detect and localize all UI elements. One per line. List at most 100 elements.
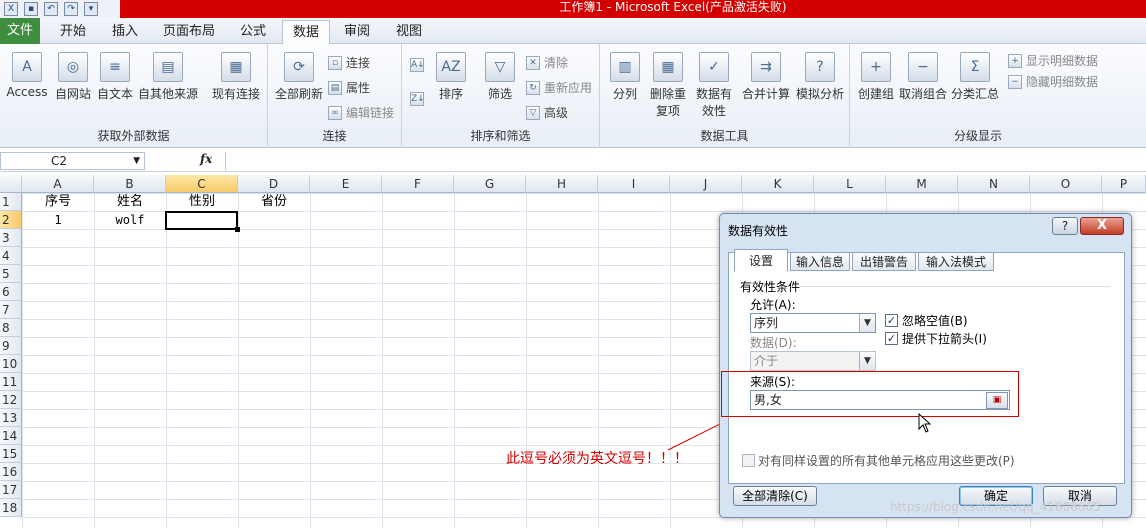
column-header[interactable]: D [238, 175, 310, 193]
data-select[interactable]: 介于 ▼ [750, 351, 876, 371]
from-text-button[interactable]: ≡ 自文本 [94, 52, 136, 102]
tab-page-layout[interactable]: 页面布局 [156, 20, 222, 44]
row-header[interactable]: 18 [0, 499, 22, 517]
from-other-sources-button[interactable]: ▤ 自其他来源 [136, 52, 200, 102]
column-header[interactable]: C [166, 175, 238, 193]
row-header[interactable]: 14 [0, 427, 22, 445]
tab-input-message[interactable]: 输入信息 [790, 252, 850, 271]
clear-filter-button[interactable]: ✕ 清除 [526, 54, 568, 71]
row-header[interactable]: 13 [0, 409, 22, 427]
clear-all-button[interactable]: 全部清除(C) [733, 486, 817, 506]
what-if-analysis-button[interactable]: ? 模拟分析 [794, 52, 846, 102]
chevron-down-icon[interactable]: ▼ [859, 314, 875, 332]
chevron-down-icon[interactable]: ▼ [859, 352, 875, 370]
apply-all-checkbox[interactable] [742, 454, 755, 467]
cell-b1[interactable]: 姓名 [94, 193, 166, 211]
row-header[interactable]: 8 [0, 319, 22, 337]
column-header[interactable]: O [1030, 175, 1102, 193]
active-cell-c2[interactable] [165, 211, 240, 232]
row-header[interactable]: 16 [0, 463, 22, 481]
tab-home[interactable]: 开始 [50, 20, 96, 44]
refresh-all-button[interactable]: ⟳ 全部刷新 [272, 52, 326, 102]
column-header[interactable]: A [22, 175, 94, 193]
allow-select[interactable]: 序列 ▼ [750, 313, 876, 333]
sort-button[interactable]: AZ 排序 [434, 52, 468, 102]
row-header[interactable]: 2 [0, 211, 22, 229]
filter-button[interactable]: ▽ 筛选 [482, 52, 518, 102]
tab-settings[interactable]: 设置 [734, 249, 788, 272]
column-header[interactable]: K [742, 175, 814, 193]
column-header[interactable]: B [94, 175, 166, 193]
subtotal-button[interactable]: Σ 分类汇总 [950, 52, 1000, 102]
source-input[interactable]: 男,女 [750, 390, 1010, 410]
from-access-button[interactable]: A Access [4, 52, 50, 99]
tab-error-alert[interactable]: 出错警告 [852, 252, 916, 271]
cell-d1[interactable]: 省份 [238, 193, 310, 211]
tab-review[interactable]: 审阅 [336, 20, 378, 44]
excel-logo-icon[interactable]: X [4, 2, 18, 16]
show-detail-button[interactable]: + 显示明细数据 [1008, 52, 1098, 69]
ungroup-button[interactable]: − 取消组合 [898, 52, 948, 102]
formula-input[interactable] [225, 152, 1146, 170]
insert-function-icon[interactable]: fx [200, 152, 212, 166]
column-header[interactable]: I [598, 175, 670, 193]
row-header[interactable]: 12 [0, 391, 22, 409]
redo-icon[interactable]: ↷ [64, 2, 78, 16]
collapse-dialog-icon[interactable]: ▣ [986, 392, 1008, 409]
help-icon[interactable]: ? [1052, 217, 1078, 235]
tab-insert[interactable]: 插入 [104, 20, 146, 44]
cell-c1[interactable]: 性别 [166, 193, 238, 211]
row-header[interactable]: 10 [0, 355, 22, 373]
undo-icon[interactable]: ↶ [44, 2, 58, 16]
tab-ime-mode[interactable]: 输入法模式 [918, 252, 994, 271]
group-button[interactable]: + 创建组 [854, 52, 898, 102]
column-header[interactable]: M [886, 175, 958, 193]
column-header[interactable]: G [454, 175, 526, 193]
row-header[interactable]: 11 [0, 373, 22, 391]
row-header[interactable]: 1 [0, 193, 22, 211]
row-header[interactable]: 5 [0, 265, 22, 283]
cell-a2[interactable]: 1 [22, 211, 94, 229]
cell-b2[interactable]: wolf [94, 211, 166, 229]
row-header[interactable]: 15 [0, 445, 22, 463]
from-web-button[interactable]: ◎ 自网站 [52, 52, 94, 102]
row-header[interactable]: 6 [0, 283, 22, 301]
row-header[interactable]: 3 [0, 229, 22, 247]
chevron-down-icon[interactable]: ▼ [133, 153, 140, 169]
edit-links-button[interactable]: ∞ 编辑链接 [328, 104, 394, 121]
tab-file[interactable]: 文件 [0, 18, 40, 44]
save-icon[interactable]: ▪ [24, 2, 38, 16]
column-header[interactable]: N [958, 175, 1030, 193]
connections-button[interactable]: ▫ 连接 [328, 54, 370, 71]
sort-desc-button[interactable]: Z↓ [410, 92, 425, 106]
name-box[interactable]: C2 ▼ [0, 152, 145, 170]
advanced-filter-button[interactable]: ▽ 高级 [526, 104, 568, 121]
row-header[interactable]: 7 [0, 301, 22, 319]
customize-icon[interactable]: ▾ [84, 2, 98, 16]
reapply-button[interactable]: ↻ 重新应用 [526, 79, 592, 96]
column-header[interactable]: E [310, 175, 382, 193]
existing-connections-button[interactable]: ▦ 现有连接 [208, 52, 264, 102]
tab-formulas[interactable]: 公式 [232, 20, 274, 44]
data-validation-button[interactable]: ✓ 数据有效性 [692, 52, 736, 119]
column-header[interactable]: H [526, 175, 598, 193]
tab-view[interactable]: 视图 [388, 20, 430, 44]
column-header[interactable]: P [1102, 175, 1146, 193]
sort-asc-button[interactable]: A↓ [410, 58, 425, 72]
column-header[interactable]: J [670, 175, 742, 193]
remove-duplicates-button[interactable]: ▦ 删除重复项 [646, 52, 690, 119]
row-header[interactable]: 17 [0, 481, 22, 499]
row-header[interactable]: 4 [0, 247, 22, 265]
tab-data[interactable]: 数据 [282, 20, 330, 45]
ignore-blank-checkbox[interactable]: ✓ [885, 314, 898, 327]
in-cell-dropdown-checkbox[interactable]: ✓ [885, 332, 898, 345]
hide-detail-button[interactable]: − 隐藏明细数据 [1008, 73, 1098, 90]
properties-button[interactable]: ▤ 属性 [328, 79, 370, 96]
select-all-corner[interactable] [0, 175, 22, 193]
cell-a1[interactable]: 序号 [22, 193, 94, 211]
consolidate-button[interactable]: ⇉ 合并计算 [740, 52, 792, 102]
column-header[interactable]: L [814, 175, 886, 193]
text-to-columns-button[interactable]: ▥ 分列 [606, 52, 644, 102]
close-icon[interactable]: X [1080, 217, 1124, 235]
column-header[interactable]: F [382, 175, 454, 193]
